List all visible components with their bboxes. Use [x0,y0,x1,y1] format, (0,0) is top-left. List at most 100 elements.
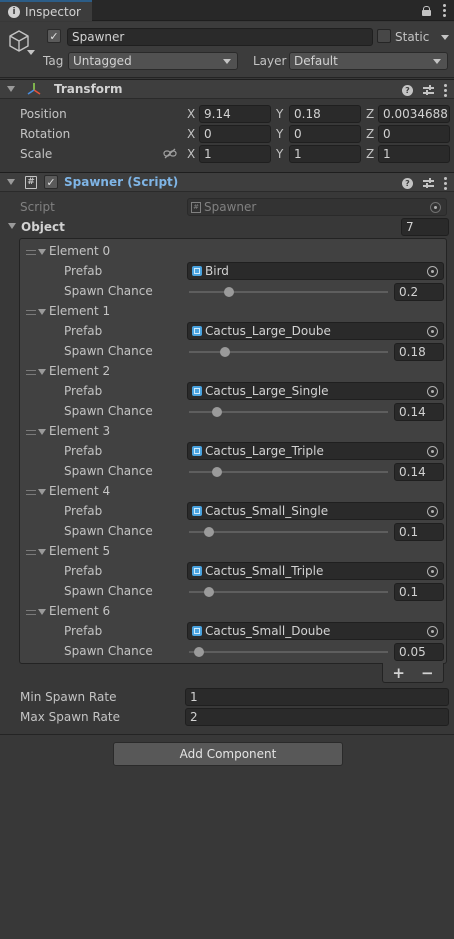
spawn-chance-slider-handle[interactable] [223,287,234,297]
object-picker-icon[interactable] [427,566,438,577]
element-drag-handle[interactable] [26,430,36,435]
prefab-label: Prefab [64,264,103,278]
rotation-z-label[interactable]: Z [366,127,374,141]
component-menu-icon[interactable] [444,83,447,97]
position-x-label[interactable]: X [187,107,195,121]
rotation-x-field[interactable]: 0 [199,125,271,143]
element-fold-icon[interactable] [38,369,46,375]
element-fold-icon[interactable] [38,609,46,615]
prefab-field[interactable]: Cactus_Small_Doube [187,622,444,640]
object-list-size-field[interactable]: 7 [401,218,449,236]
prefab-field[interactable]: Cactus_Large_Triple [187,442,444,460]
scale-z-label[interactable]: Z [366,147,374,161]
spawn-chance-slider-handle[interactable] [211,407,222,417]
rotation-x-label[interactable]: X [187,127,195,141]
rotation-y-label[interactable]: Y [276,127,283,141]
prefab-field[interactable]: Cactus_Small_Single [187,502,444,520]
position-z-field[interactable]: 0.0034688 [378,105,450,123]
prefab-field[interactable]: Cactus_Large_Single [187,382,444,400]
prefab-field[interactable]: Cactus_Small_Triple [187,562,444,580]
spawn-chance-field[interactable]: 0.1 [394,583,444,601]
position-y-field[interactable]: 0.18 [289,105,361,123]
active-checkbox[interactable]: ✓ [47,29,61,43]
help-icon[interactable]: ? [402,177,413,189]
element-drag-handle[interactable] [26,610,36,615]
spawn-chance-field[interactable]: 0.14 [394,403,444,421]
element-drag-handle[interactable] [26,550,36,555]
scale-y-field[interactable]: 1 [289,145,361,163]
constrain-proportions-icon[interactable] [163,148,177,159]
icon-dropdown-arrow-icon[interactable] [27,50,35,55]
scale-y-label[interactable]: Y [276,147,283,161]
static-checkbox[interactable] [377,29,391,43]
transform-header[interactable]: Transform ? [0,79,454,99]
tab-inspector[interactable]: i Inspector [0,0,92,21]
spawn-chance-slider-handle[interactable] [203,527,214,537]
more-menu-icon[interactable] [443,4,446,17]
scale-z-field[interactable]: 1 [378,145,450,163]
prefab-name: Cactus_Large_Single [205,384,329,398]
lock-icon[interactable] [422,5,431,16]
tag-dropdown[interactable]: Untagged [68,52,238,70]
rotation-z-field[interactable]: 0 [378,125,450,143]
element-drag-handle[interactable] [26,370,36,375]
scale-x-field[interactable]: 1 [199,145,271,163]
position-y-label[interactable]: Y [276,107,283,121]
object-picker-icon[interactable] [427,386,438,397]
prefab-field[interactable]: Cactus_Large_Doube [187,322,444,340]
spawn-chance-field[interactable]: 0.1 [394,523,444,541]
spawn-chance-slider-track[interactable] [189,651,388,653]
object-picker-icon[interactable] [427,446,438,457]
element-fold-icon[interactable] [38,249,46,255]
spawn-chance-slider-track[interactable] [189,351,388,353]
spawner-script-header[interactable]: # ✓ Spawner (Script) ? [0,172,454,192]
spawner-enabled-checkbox[interactable]: ✓ [44,175,58,189]
spawn-chance-slider-track[interactable] [189,531,388,533]
scale-x-label[interactable]: X [187,147,195,161]
help-icon[interactable]: ? [402,84,413,96]
prefab-icon [192,266,202,276]
script-field-value: Spawner [204,200,257,214]
object-fold-icon[interactable] [8,223,16,229]
element-fold-icon[interactable] [38,489,46,495]
static-dropdown-icon[interactable] [441,35,449,40]
presets-icon[interactable] [423,178,434,188]
element-fold-icon[interactable] [38,549,46,555]
object-picker-icon[interactable] [427,506,438,517]
remove-element-button[interactable]: − [421,664,434,682]
element-fold-icon[interactable] [38,429,46,435]
spawner-fold-icon[interactable] [7,179,15,185]
add-element-button[interactable]: + [392,664,405,682]
spawn-chance-slider-handle[interactable] [193,647,204,657]
object-picker-icon[interactable] [427,326,438,337]
object-picker-icon[interactable] [427,266,438,277]
spawn-chance-label: Spawn Chance [64,644,153,658]
add-component-button[interactable]: Add Component [113,742,343,766]
spawn-chance-slider-handle[interactable] [203,587,214,597]
spawn-chance-field[interactable]: 0.05 [394,643,444,661]
position-x-field[interactable]: 9.14 [199,105,271,123]
min-spawn-rate-field[interactable]: 1 [185,688,449,706]
spawn-chance-slider-handle[interactable] [211,467,222,477]
spawn-chance-field[interactable]: 0.2 [394,283,444,301]
layer-dropdown[interactable]: Default [289,52,448,70]
object-picker-icon[interactable] [427,626,438,637]
spawn-chance-field[interactable]: 0.14 [394,463,444,481]
spawn-chance-field[interactable]: 0.18 [394,343,444,361]
tab-inspector-label: Inspector [25,4,81,19]
presets-icon[interactable] [423,85,434,95]
max-spawn-rate-field[interactable]: 2 [185,708,449,726]
rotation-y-field[interactable]: 0 [289,125,361,143]
element-drag-handle[interactable] [26,490,36,495]
spawn-chance-slider-track[interactable] [189,591,388,593]
element-fold-icon[interactable] [38,309,46,315]
prefab-field[interactable]: Bird [187,262,444,280]
spawn-chance-slider-track[interactable] [189,291,388,293]
transform-fold-icon[interactable] [7,86,15,92]
element-drag-handle[interactable] [26,310,36,315]
spawn-chance-slider-handle[interactable] [219,347,230,357]
component-menu-icon[interactable] [444,176,447,190]
position-z-label[interactable]: Z [366,107,374,121]
element-drag-handle[interactable] [26,250,36,255]
gameobject-name-field[interactable]: Spawner [67,28,373,46]
